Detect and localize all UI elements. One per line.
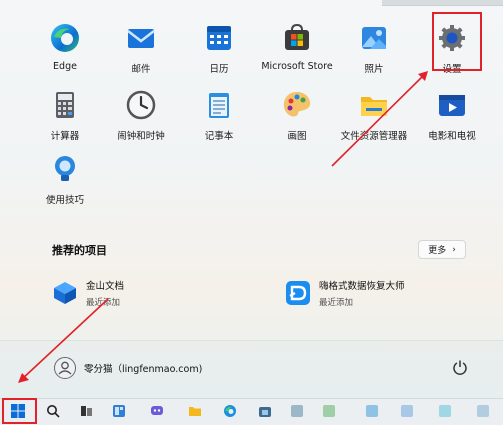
annotation-arrows — [18, 71, 428, 383]
